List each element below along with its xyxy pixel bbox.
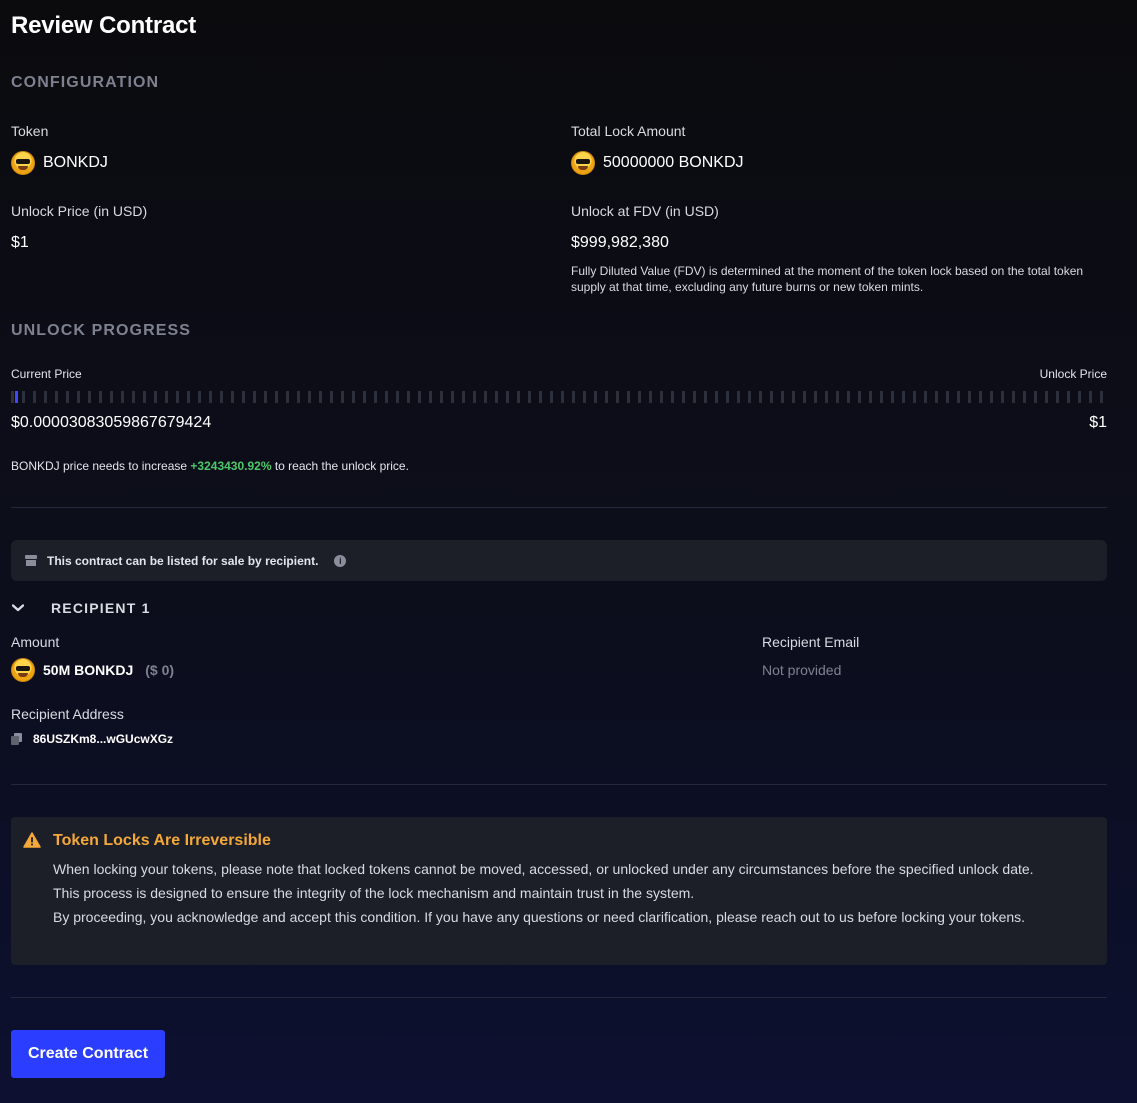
total-lock-value: 50000000 BONKDJ bbox=[603, 154, 744, 171]
recipient-heading: RECIPIENT 1 bbox=[51, 600, 151, 616]
fdv-note: Fully Diluted Value (FDV) is determined … bbox=[571, 264, 1084, 294]
unlock-progress-fill bbox=[15, 391, 18, 403]
unlock-fdv-value: $999,982,380 bbox=[571, 234, 669, 251]
divider bbox=[11, 784, 1107, 785]
irreversible-warning: Token Locks Are Irreversible When lockin… bbox=[11, 817, 1107, 965]
increase-prefix: BONKDJ price needs to increase bbox=[11, 459, 191, 473]
bonkdj-token-icon bbox=[11, 658, 35, 682]
price-increase-note: BONKDJ price needs to increase +3243430.… bbox=[11, 459, 409, 473]
chevron-down-icon[interactable] bbox=[11, 601, 25, 615]
recipient-address-label: Recipient Address bbox=[11, 706, 124, 722]
current-price-label: Current Price bbox=[11, 367, 82, 381]
amount-value-row: 50M BONKDJ ($ 0) bbox=[11, 658, 174, 682]
store-icon bbox=[25, 555, 37, 566]
unlock-price-progress-value: $1 bbox=[1089, 414, 1107, 431]
unlock-fdv-label: Unlock at FDV (in USD) bbox=[571, 203, 719, 219]
warning-paragraph-1: When locking your tokens, please note th… bbox=[53, 861, 1034, 901]
sale-notice-text: This contract can be listed for sale by … bbox=[47, 553, 319, 568]
unlock-price-progress-label: Unlock Price bbox=[1039, 367, 1107, 381]
unlock-price-label: Unlock Price (in USD) bbox=[11, 203, 148, 219]
copy-icon[interactable] bbox=[11, 733, 23, 745]
token-label: Token bbox=[11, 123, 49, 139]
recipient-email-label: Recipient Email bbox=[762, 634, 860, 650]
bonkdj-token-icon bbox=[11, 151, 35, 175]
divider bbox=[11, 997, 1107, 998]
info-icon[interactable]: i bbox=[334, 554, 347, 567]
bonkdj-token-icon bbox=[571, 151, 595, 175]
warning-icon bbox=[23, 832, 41, 848]
recipient-header[interactable]: RECIPIENT 1 bbox=[11, 600, 151, 616]
recipient-email-value: Not provided bbox=[762, 662, 842, 678]
sale-notice: This contract can be listed for sale by … bbox=[11, 540, 1107, 581]
increase-percent: +3243430.92% bbox=[190, 459, 272, 473]
divider bbox=[11, 507, 1107, 508]
current-price-value: $0.00003083059867679424 bbox=[11, 414, 212, 431]
amount-label: Amount bbox=[11, 634, 60, 650]
token-value: BONKDJ bbox=[43, 154, 108, 171]
total-lock-label: Total Lock Amount bbox=[571, 123, 686, 139]
unlock-progress-section-title: UNLOCK PROGRESS bbox=[11, 322, 192, 339]
unlock-price-value: $1 bbox=[11, 234, 29, 251]
recipient-address-value: 86USZKm8...wGUcwXGz bbox=[33, 732, 174, 746]
warning-title: Token Locks Are Irreversible bbox=[53, 832, 271, 849]
page-title: Review Contract bbox=[11, 12, 197, 39]
configuration-section-title: CONFIGURATION bbox=[11, 74, 160, 91]
create-contract-button[interactable]: Create Contract bbox=[11, 1030, 165, 1078]
warning-paragraph-2: By proceeding, you acknowledge and accep… bbox=[53, 909, 1026, 925]
amount-value: 50M BONKDJ bbox=[43, 662, 134, 678]
increase-suffix: to reach the unlock price. bbox=[271, 459, 409, 473]
unlock-progress-bar bbox=[11, 391, 1107, 403]
token-value-row: BONKDJ bbox=[11, 151, 108, 175]
recipient-address-row[interactable]: 86USZKm8...wGUcwXGz bbox=[11, 732, 173, 746]
amount-usd: ($ 0) bbox=[145, 662, 175, 678]
total-lock-value-row: 50000000 BONKDJ bbox=[571, 151, 744, 175]
warning-text: When locking your tokens, please note th… bbox=[53, 857, 1063, 929]
